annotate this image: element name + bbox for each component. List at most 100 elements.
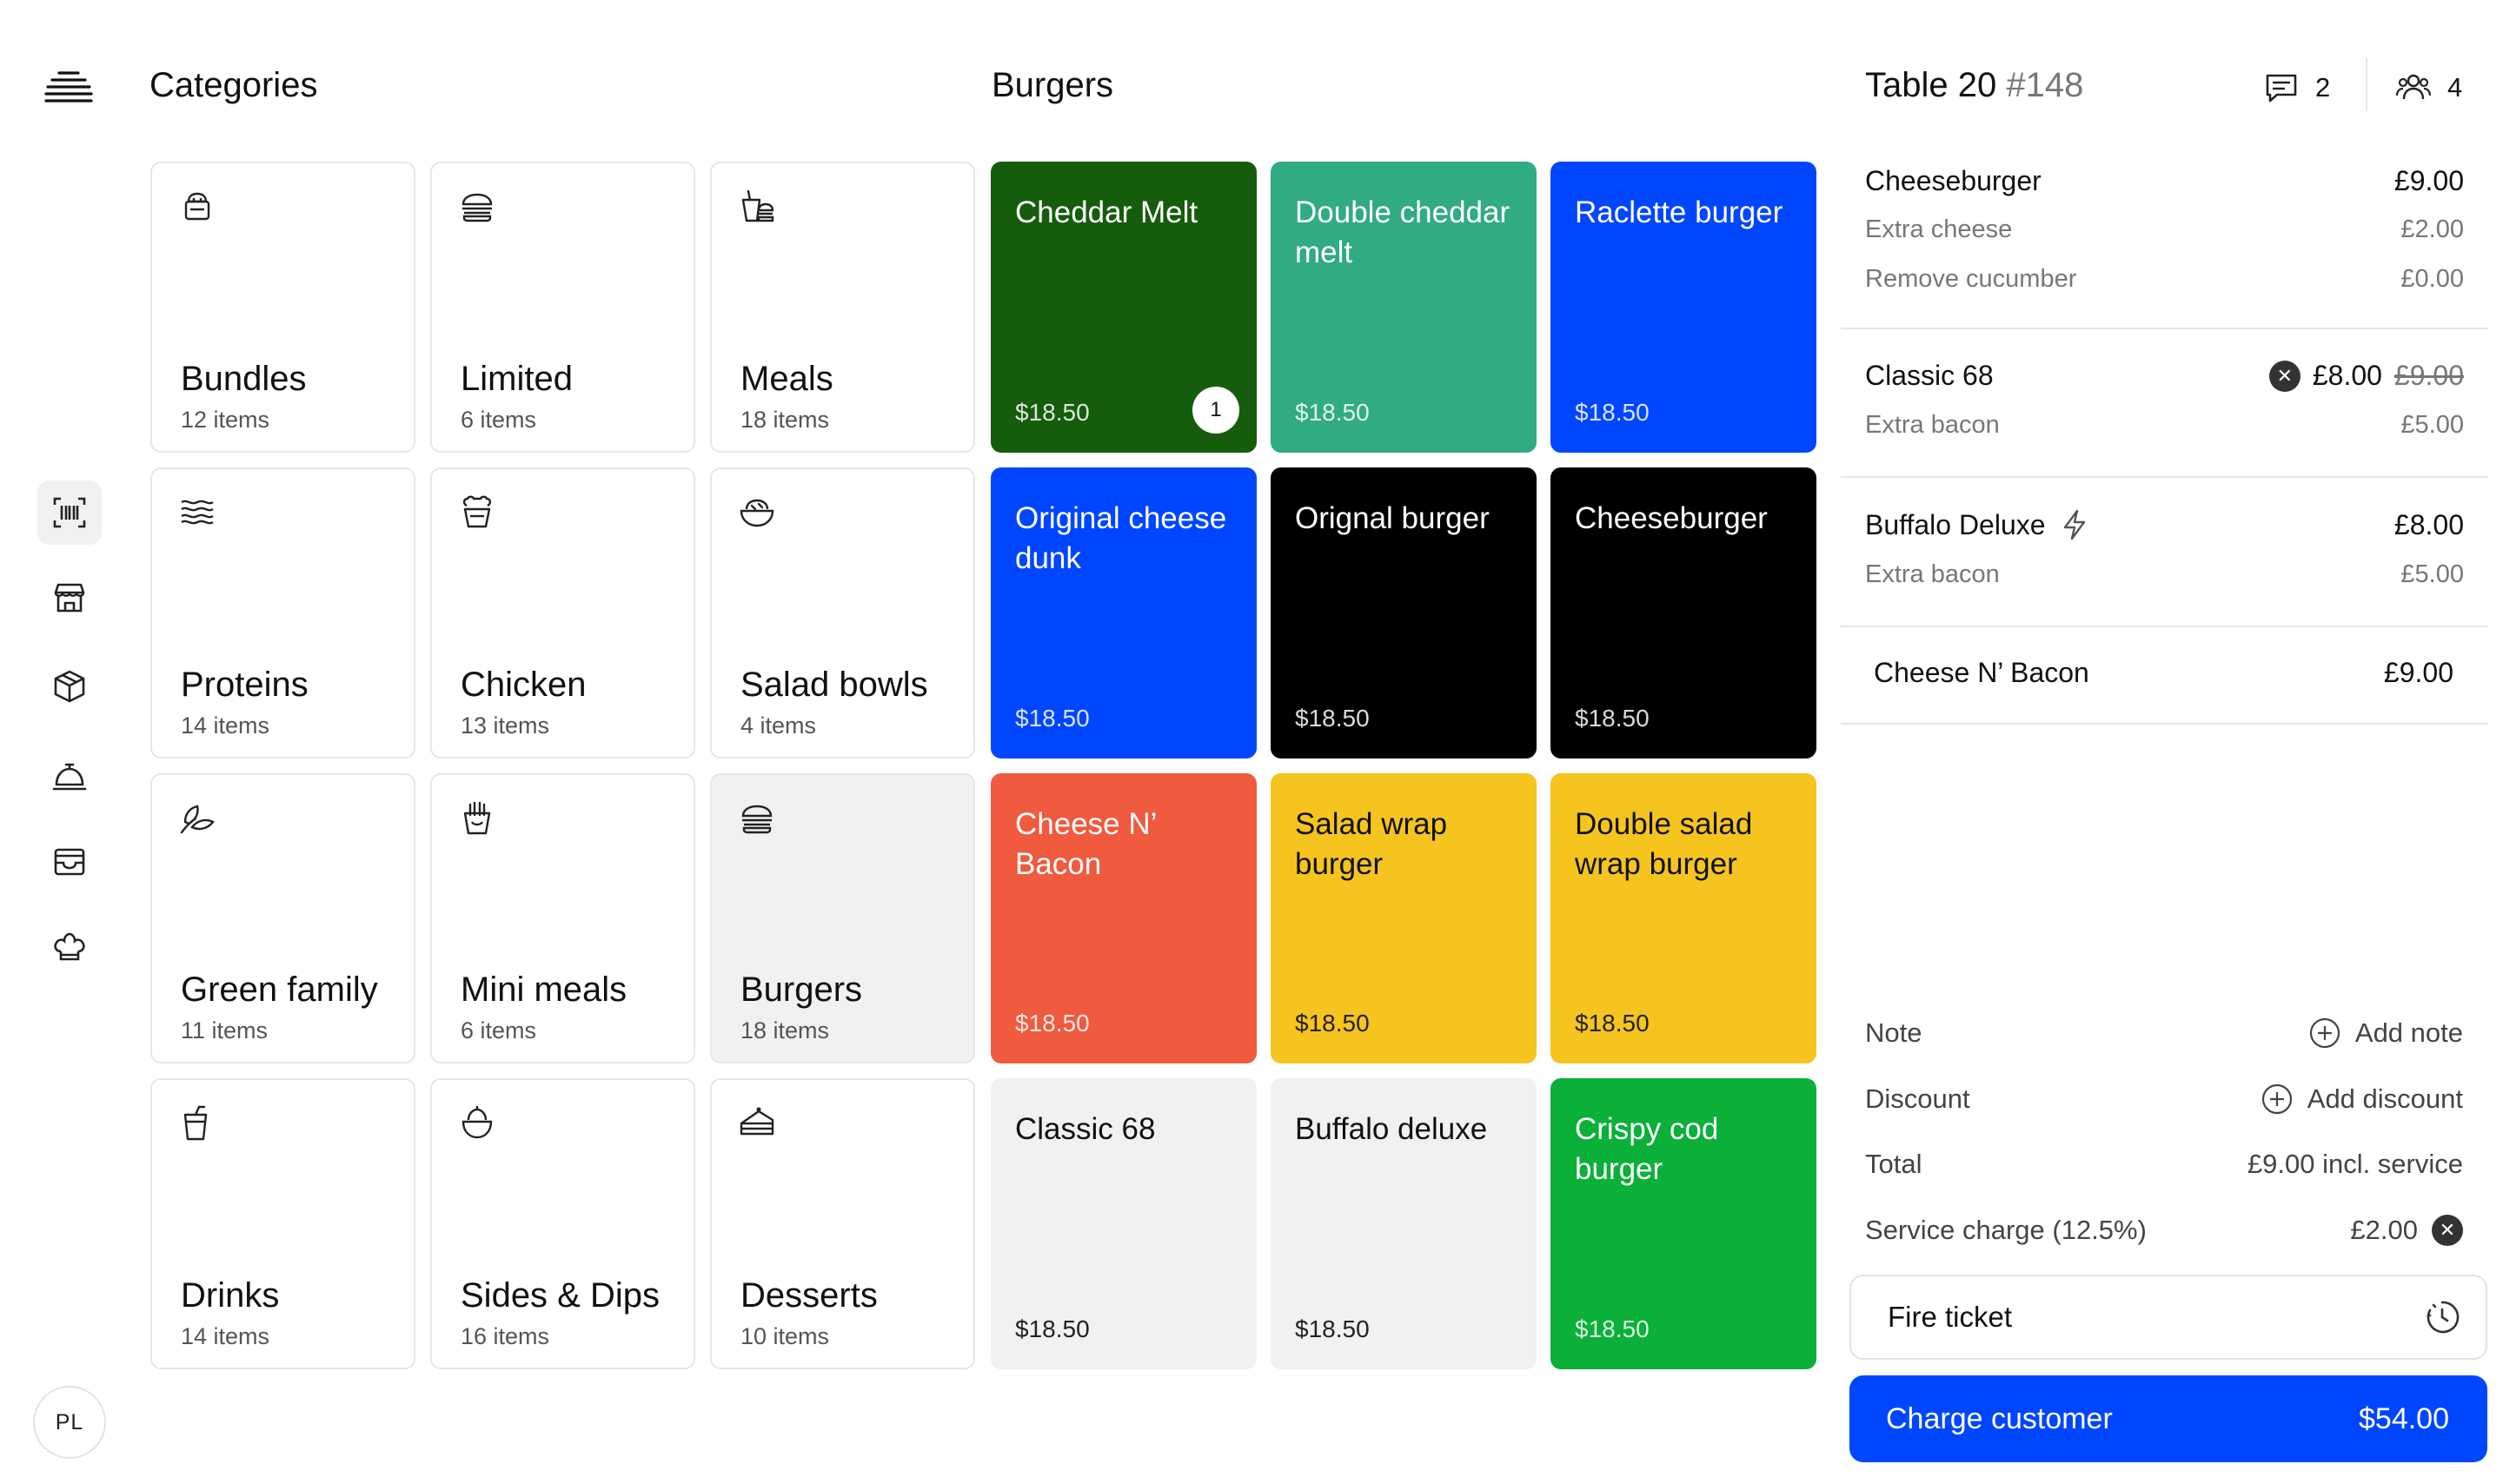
category-card-mini-meals[interactable]: Mini meals 6 items bbox=[430, 772, 695, 1064]
add-discount-label: Add discount bbox=[2307, 1083, 2463, 1114]
products-heading: Burgers bbox=[992, 66, 1114, 104]
header-divider bbox=[2366, 57, 2367, 111]
product-tile[interactable]: Double salad wrap burger $18.50 bbox=[1550, 772, 1816, 1064]
add-note-label: Add note bbox=[2354, 1017, 2463, 1048]
product-name: Double salad wrap burger bbox=[1575, 806, 1753, 881]
lightning-icon bbox=[2063, 509, 2085, 540]
add-discount-button[interactable]: Add discount bbox=[2261, 1083, 2463, 1116]
order-item[interactable]: Cheeseburger £9.00 Extra cheese £2.00 Re… bbox=[1841, 148, 2488, 329]
product-name: Buffalo deluxe bbox=[1295, 1112, 1488, 1147]
product-price: $18.50 bbox=[1015, 1010, 1090, 1037]
modifier-name: Remove cucumber bbox=[1865, 265, 2077, 293]
category-card-bundles[interactable]: Bundles 12 items bbox=[150, 162, 415, 453]
modifier-price: £5.00 bbox=[2400, 560, 2464, 588]
leaf-icon bbox=[180, 805, 215, 833]
modifier-price: £5.00 bbox=[2400, 411, 2464, 439]
stacked-lines-logo-icon bbox=[43, 68, 94, 106]
category-card-proteins[interactable]: Proteins 14 items bbox=[150, 467, 415, 759]
category-name: Bundles bbox=[181, 359, 307, 398]
product-tile[interactable]: Crispy cod burger $18.50 bbox=[1550, 1078, 1816, 1369]
product-name: Raclette burger bbox=[1575, 195, 1783, 229]
fire-ticket-label: Fire ticket bbox=[1888, 1301, 2013, 1333]
category-name: Limited bbox=[461, 359, 573, 398]
product-tile[interactable]: Orignal burger $18.50 bbox=[1271, 467, 1537, 759]
fire-ticket-button[interactable]: Fire ticket bbox=[1849, 1275, 2487, 1360]
category-count: 13 items bbox=[461, 712, 550, 739]
category-card-limited[interactable]: Limited 6 items bbox=[430, 162, 695, 453]
bacon-icon bbox=[181, 500, 214, 525]
guests-button[interactable]: 4 bbox=[2395, 70, 2462, 106]
bundle-icon bbox=[184, 192, 210, 221]
category-name: Mini meals bbox=[461, 971, 627, 1010]
category-count: 18 items bbox=[740, 406, 830, 433]
plus-circle-icon bbox=[2261, 1083, 2292, 1115]
category-card-drinks[interactable]: Drinks 14 items bbox=[150, 1078, 415, 1369]
category-card-meals[interactable]: Meals 18 items bbox=[710, 162, 975, 453]
add-note-button[interactable]: Add note bbox=[2308, 1017, 2463, 1050]
category-card-desserts[interactable]: Desserts 10 items bbox=[710, 1078, 975, 1369]
fries-icon bbox=[463, 801, 491, 834]
category-card-salad-bowls[interactable]: Salad bowls 4 items bbox=[710, 467, 975, 759]
modifier-name: Extra bacon bbox=[1865, 411, 2000, 439]
category-count: 14 items bbox=[181, 1323, 270, 1349]
order-item[interactable]: Classic 68 ✕ £8.00 £9.00 Extra bacon £5.… bbox=[1841, 329, 2488, 478]
service-charge-value: £2.00 bbox=[2350, 1215, 2418, 1245]
product-tile[interactable]: Classic 68 $18.50 bbox=[991, 1078, 1257, 1369]
category-name: Drinks bbox=[181, 1276, 280, 1315]
category-count: 4 items bbox=[740, 712, 817, 739]
modifier-name: Extra bacon bbox=[1865, 560, 2000, 588]
charge-customer-button[interactable]: Charge customer $54.00 bbox=[1849, 1375, 2487, 1462]
comments-button[interactable]: 2 bbox=[2263, 70, 2330, 106]
product-tile[interactable]: Cheese N’ Bacon $18.50 bbox=[991, 772, 1257, 1064]
burger-icon bbox=[741, 805, 773, 833]
avatar[interactable]: PL bbox=[33, 1386, 106, 1459]
category-name: Proteins bbox=[181, 665, 309, 704]
product-tile[interactable]: Double cheddar melt $18.50 bbox=[1271, 162, 1537, 453]
product-price: $18.50 bbox=[1295, 1315, 1370, 1342]
categories-heading: Categories bbox=[149, 66, 318, 104]
modifier-price: £2.00 bbox=[2400, 215, 2464, 243]
product-tile[interactable]: Raclette burger $18.50 bbox=[1550, 162, 1816, 453]
product-name: Cheeseburger bbox=[1575, 500, 1768, 535]
modifier-price: £0.00 bbox=[2400, 265, 2464, 293]
product-price: $18.50 bbox=[1575, 1010, 1650, 1037]
order-item[interactable]: Buffalo Deluxe £8.00 Extra bacon £5.00 bbox=[1841, 478, 2488, 627]
category-count: 10 items bbox=[740, 1323, 830, 1349]
category-card-sides-dips[interactable]: Sides & Dips 16 items bbox=[430, 1078, 695, 1369]
product-tile[interactable]: Salad wrap burger $18.50 bbox=[1271, 772, 1537, 1064]
cake-slice-icon bbox=[740, 1107, 774, 1136]
drink-icon bbox=[183, 1106, 208, 1141]
nav-scan[interactable] bbox=[37, 480, 102, 545]
guests-icon bbox=[2395, 74, 2432, 100]
nav-products[interactable] bbox=[37, 654, 102, 719]
product-price: $18.50 bbox=[1575, 398, 1650, 426]
modifier-name: Extra cheese bbox=[1865, 215, 2013, 243]
remove-service-charge-icon[interactable]: ✕ bbox=[2432, 1215, 2463, 1246]
category-name: Sides & Dips bbox=[461, 1276, 660, 1315]
product-grid: Cheddar Melt $18.50 1 Double cheddar mel… bbox=[991, 162, 1816, 1369]
category-count: 11 items bbox=[181, 1017, 269, 1044]
product-price: $18.50 bbox=[1015, 1315, 1090, 1342]
discount-row: Discount Add discount bbox=[1865, 1083, 2463, 1116]
category-card-green-family[interactable]: Green family 11 items bbox=[150, 772, 415, 1064]
category-name: Desserts bbox=[740, 1276, 878, 1315]
nav-store[interactable] bbox=[37, 566, 102, 630]
category-card-burgers[interactable]: Burgers 18 items bbox=[710, 772, 975, 1064]
nav-inbox[interactable] bbox=[37, 830, 102, 894]
product-name: Crispy cod burger bbox=[1575, 1112, 1719, 1187]
order-item[interactable]: Cheese N’ Bacon £9.00 bbox=[1841, 627, 2488, 725]
product-tile[interactable]: Cheeseburger $18.50 bbox=[1550, 467, 1816, 759]
product-tile[interactable]: Buffalo deluxe $18.50 bbox=[1271, 1078, 1537, 1369]
discount-label: Discount bbox=[1865, 1083, 1970, 1114]
comments-count: 2 bbox=[2315, 72, 2331, 103]
nav-kitchen[interactable] bbox=[37, 915, 102, 979]
nav-service[interactable] bbox=[37, 745, 102, 809]
service-charge-label: Service charge (12.5%) bbox=[1865, 1215, 2147, 1245]
remove-discount-icon[interactable]: ✕ bbox=[2268, 360, 2301, 392]
product-tile[interactable]: Original cheese dunk $18.50 bbox=[991, 467, 1257, 759]
product-name: Cheese N’ Bacon bbox=[1015, 806, 1157, 881]
product-price: $18.50 bbox=[1575, 1315, 1650, 1342]
category-count: 18 items bbox=[740, 1017, 830, 1044]
product-tile[interactable]: Cheddar Melt $18.50 1 bbox=[991, 162, 1257, 453]
category-card-chicken[interactable]: Chicken 13 items bbox=[430, 467, 695, 759]
